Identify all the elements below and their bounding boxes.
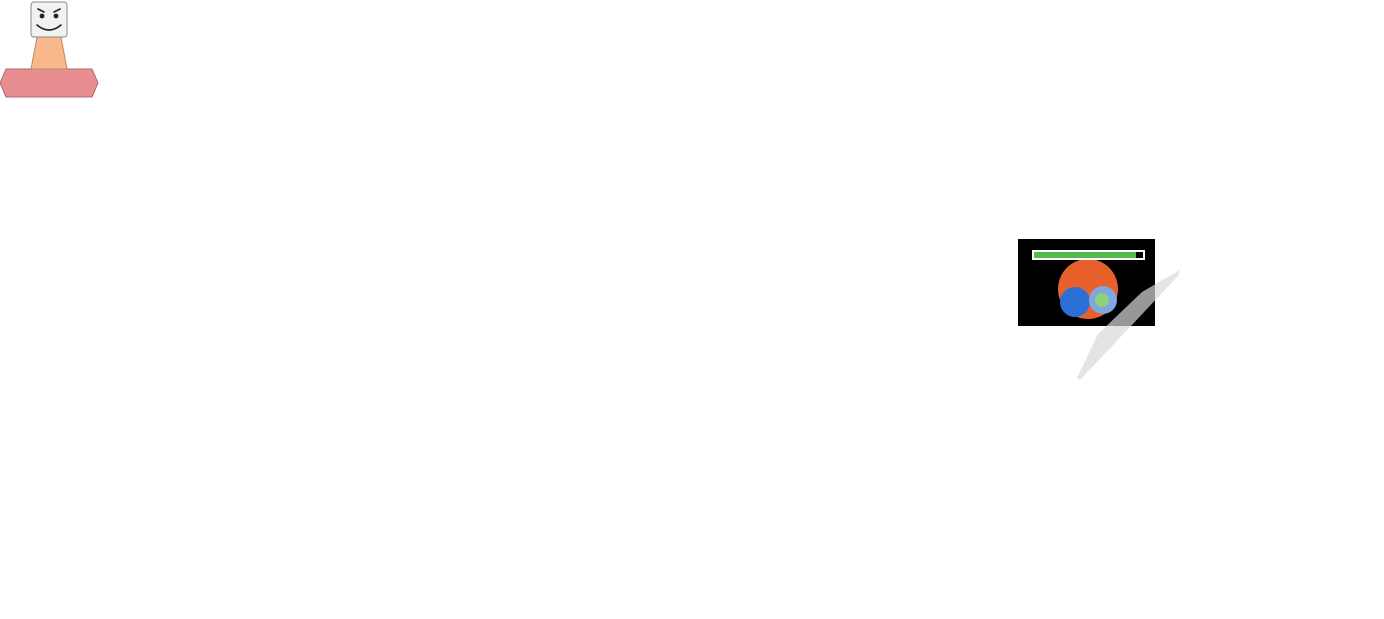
player-right-eye	[53, 13, 59, 19]
game-canvas[interactable]	[0, 0, 1384, 619]
player-neck	[30, 36, 68, 70]
player-left-eye	[39, 13, 45, 19]
enemy-shield	[1060, 287, 1090, 317]
player-head	[30, 1, 68, 38]
enemy-core-center	[1095, 293, 1109, 307]
enemy-panel[interactable]	[1018, 239, 1155, 326]
player-base	[0, 68, 99, 98]
enemy-health-bar	[1032, 250, 1145, 260]
enemy-health-fill	[1034, 252, 1137, 258]
player-avatar[interactable]	[0, 0, 100, 100]
